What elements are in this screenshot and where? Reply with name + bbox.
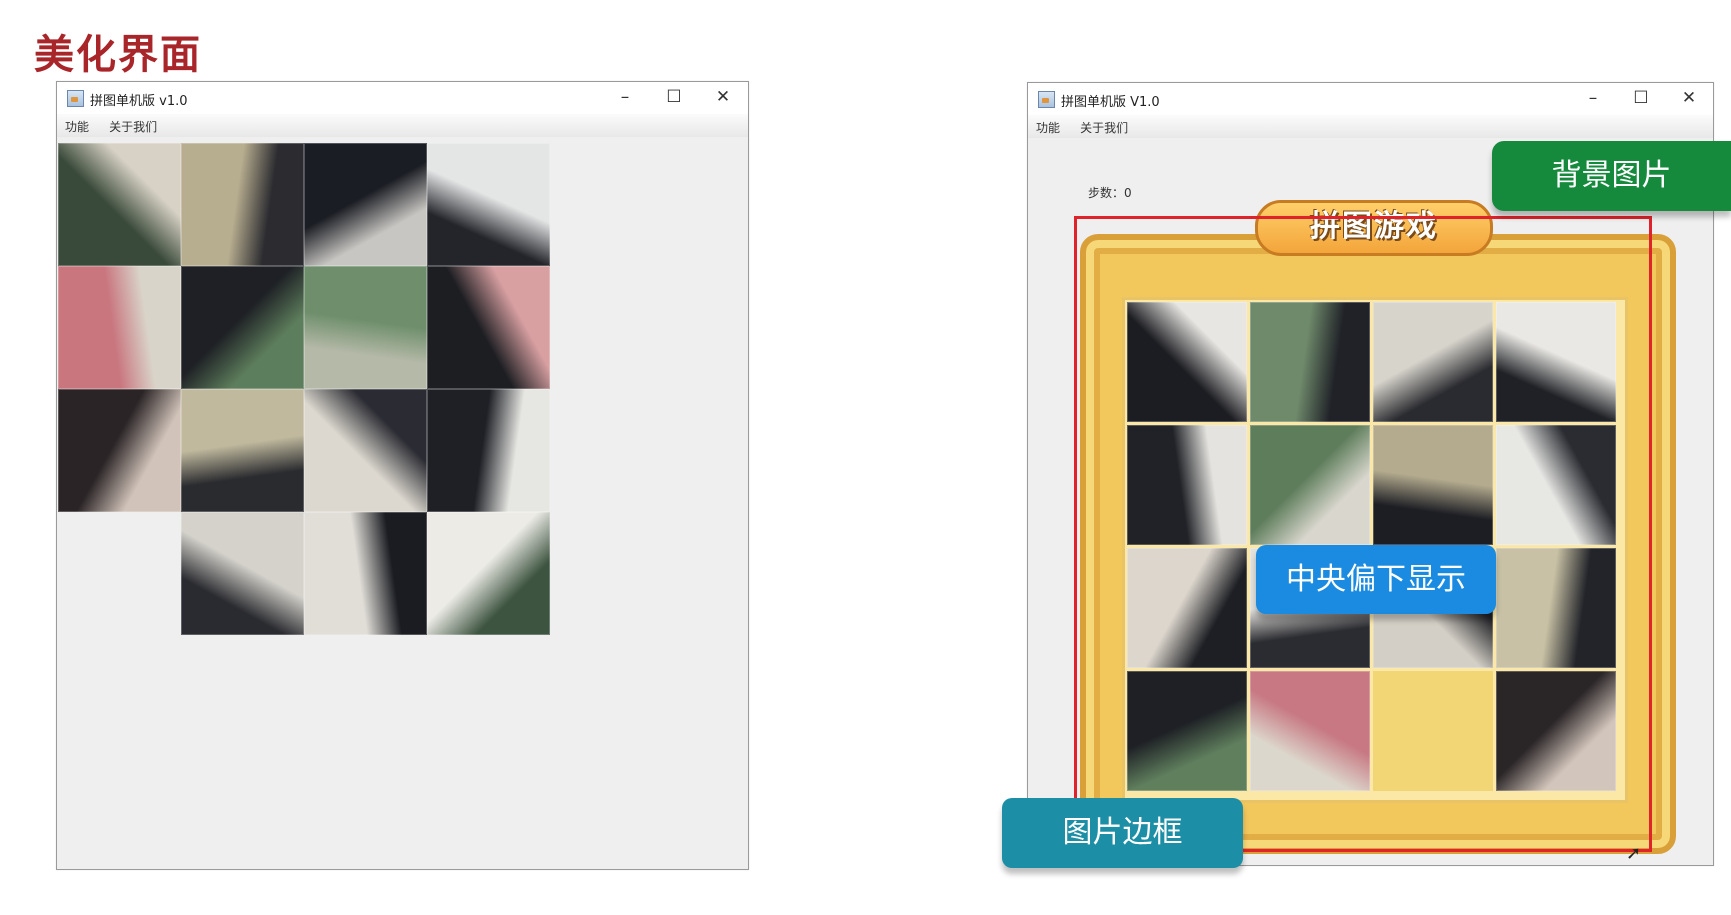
window-title: 拼图单机版 v1.0 [90, 94, 188, 109]
close-button[interactable]: ✕ [1667, 86, 1711, 110]
title-bar[interactable]: 拼图单机版 V1.0 – ☐ ✕ [1028, 83, 1713, 115]
puzzle-tile[interactable] [58, 266, 181, 389]
puzzle-window-before: 拼图单机版 v1.0 – ☐ ✕ 功能 关于我们 [56, 81, 749, 870]
minimize-button[interactable]: – [603, 85, 647, 109]
step-counter: 步数：0 [1088, 186, 1132, 200]
puzzle-tile[interactable] [304, 266, 427, 389]
mouse-cursor-icon: ➚ [1626, 843, 1642, 864]
java-app-icon [67, 90, 84, 107]
menu-bar: 功能 关于我们 [1028, 115, 1713, 138]
puzzle-tile[interactable] [304, 389, 427, 512]
puzzle-tile[interactable] [427, 143, 550, 266]
puzzle-tile[interactable] [58, 143, 181, 266]
puzzle-tile[interactable] [58, 389, 181, 512]
slide-title: 美化界面 [34, 32, 202, 78]
window-title: 拼图单机版 V1.0 [1061, 95, 1160, 110]
maximize-button[interactable]: ☐ [652, 85, 696, 109]
annotation-center-lower: 中央偏下显示 [1256, 545, 1496, 614]
puzzle-grid [58, 143, 550, 635]
java-app-icon [1038, 91, 1055, 108]
menu-about-us[interactable]: 关于我们 [1072, 115, 1135, 136]
puzzle-tile[interactable] [181, 512, 304, 635]
menu-bar: 功能 关于我们 [57, 114, 748, 137]
annotation-image-frame: 图片边框 [1002, 798, 1243, 868]
puzzle-tile[interactable] [427, 512, 550, 635]
minimize-button[interactable]: – [1571, 86, 1615, 110]
puzzle-tile[interactable] [181, 389, 304, 512]
title-bar[interactable]: 拼图单机版 v1.0 – ☐ ✕ [57, 82, 748, 114]
menu-function[interactable]: 功能 [1028, 115, 1067, 136]
close-button[interactable]: ✕ [701, 85, 745, 109]
puzzle-tile[interactable] [304, 143, 427, 266]
menu-about-us[interactable]: 关于我们 [101, 114, 164, 135]
puzzle-tile[interactable] [304, 512, 427, 635]
maximize-button[interactable]: ☐ [1619, 86, 1663, 110]
puzzle-tile[interactable] [181, 143, 304, 266]
puzzle-tile[interactable] [427, 266, 550, 389]
highlight-box [1074, 216, 1652, 852]
annotation-background-image: 背景图片 [1492, 141, 1731, 211]
puzzle-tile[interactable] [181, 266, 304, 389]
puzzle-tile[interactable] [427, 389, 550, 512]
menu-function[interactable]: 功能 [57, 114, 96, 135]
